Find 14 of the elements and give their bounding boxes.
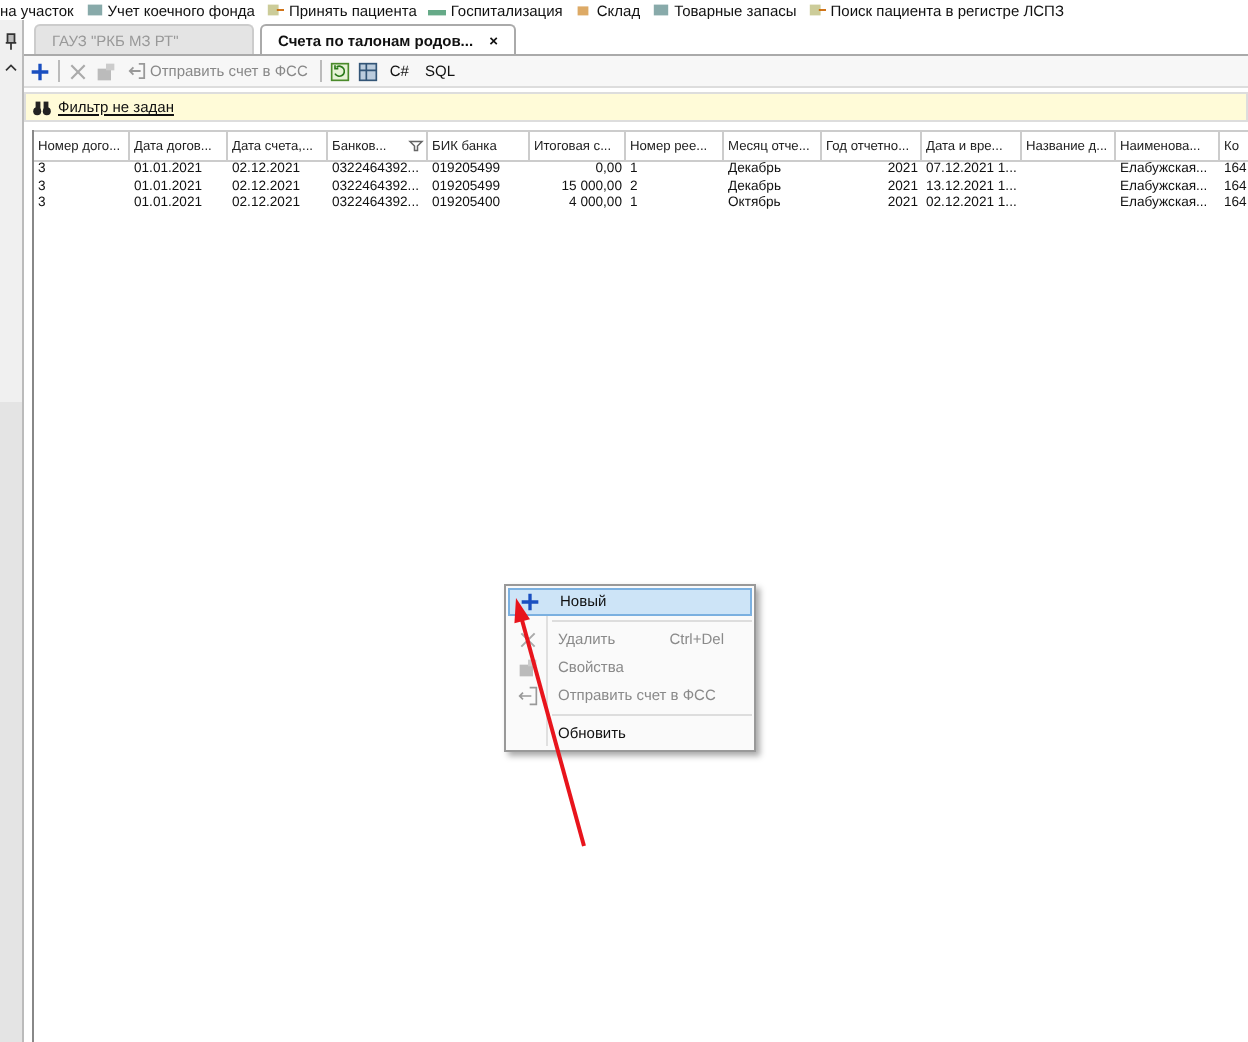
filter-icon[interactable] [408, 140, 424, 152]
caret-icon[interactable] [4, 62, 18, 72]
document-icon [808, 2, 827, 18]
properties-icon [518, 657, 538, 677]
add-icon [520, 591, 540, 611]
document-icon [266, 2, 285, 18]
send-icon [518, 685, 538, 705]
binoculars-icon [32, 99, 52, 115]
send-icon [128, 62, 146, 80]
delete-icon [518, 629, 538, 649]
box-icon [574, 2, 593, 18]
add-icon[interactable] [30, 61, 50, 81]
refresh-icon[interactable] [329, 61, 350, 81]
pin-icon[interactable] [4, 32, 18, 50]
